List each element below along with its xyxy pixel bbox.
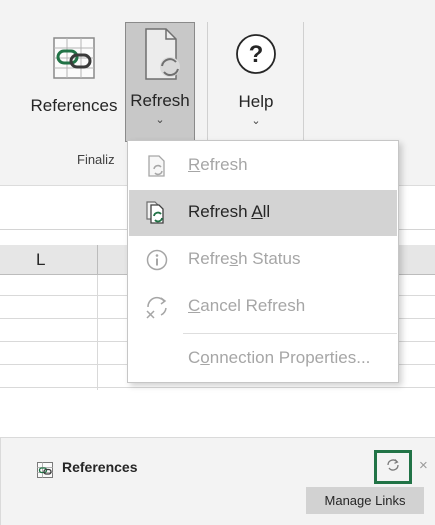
menu-separator bbox=[183, 333, 397, 334]
refresh-icon bbox=[386, 458, 400, 477]
chevron-down-icon: ⌄ bbox=[251, 115, 261, 127]
grid-line bbox=[97, 275, 98, 390]
help-circle-icon: ? bbox=[234, 32, 278, 82]
menu-item-label: Connection Properties... bbox=[188, 348, 371, 367]
references-pane-icon bbox=[37, 462, 53, 478]
chain-link-icon bbox=[52, 36, 96, 82]
menu-item-label: Cancel Refresh bbox=[188, 296, 306, 315]
column-header-l[interactable]: L bbox=[36, 250, 45, 270]
info-icon bbox=[145, 248, 169, 272]
close-icon[interactable]: × bbox=[419, 457, 428, 474]
menu-item-label: Refresh All bbox=[188, 202, 271, 221]
pane-refresh-button[interactable] bbox=[374, 450, 412, 484]
cancel-refresh-icon bbox=[145, 295, 169, 319]
menu-item-refresh-all[interactable]: Refresh All bbox=[129, 190, 397, 236]
menu-item-connection-properties[interactable]: Connection Properties... bbox=[129, 336, 397, 382]
pane-title: References bbox=[62, 459, 138, 475]
references-button[interactable]: References bbox=[26, 22, 122, 142]
menu-item-refresh[interactable]: Refresh bbox=[129, 143, 397, 189]
column-divider bbox=[97, 245, 98, 275]
references-label: References bbox=[30, 96, 118, 115]
refresh-button[interactable]: Refresh ⌄ bbox=[125, 22, 195, 142]
refresh-document-icon bbox=[145, 154, 169, 178]
refresh-dropdown-menu: Refresh Refresh All Refresh Status Cance… bbox=[127, 140, 399, 383]
refresh-label: Refresh bbox=[130, 91, 190, 110]
manage-links-button[interactable]: Manage Links bbox=[306, 487, 424, 514]
ribbon-group-label: Finaliz bbox=[77, 152, 115, 167]
help-button[interactable]: ? Help ⌄ bbox=[220, 22, 292, 142]
refresh-all-icon bbox=[145, 201, 169, 225]
menu-item-label: Refresh bbox=[188, 155, 248, 174]
references-pane: References × Manage Links bbox=[0, 437, 435, 525]
document-refresh-icon bbox=[138, 25, 182, 85]
help-label: Help bbox=[238, 92, 274, 111]
menu-item-refresh-status[interactable]: Refresh Status bbox=[129, 237, 397, 283]
help-glyph: ? bbox=[249, 41, 264, 68]
grid-line bbox=[0, 387, 435, 388]
menu-item-label: Refresh Status bbox=[188, 249, 301, 268]
chevron-down-icon: ⌄ bbox=[155, 114, 165, 126]
menu-item-cancel-refresh[interactable]: Cancel Refresh bbox=[129, 284, 397, 330]
